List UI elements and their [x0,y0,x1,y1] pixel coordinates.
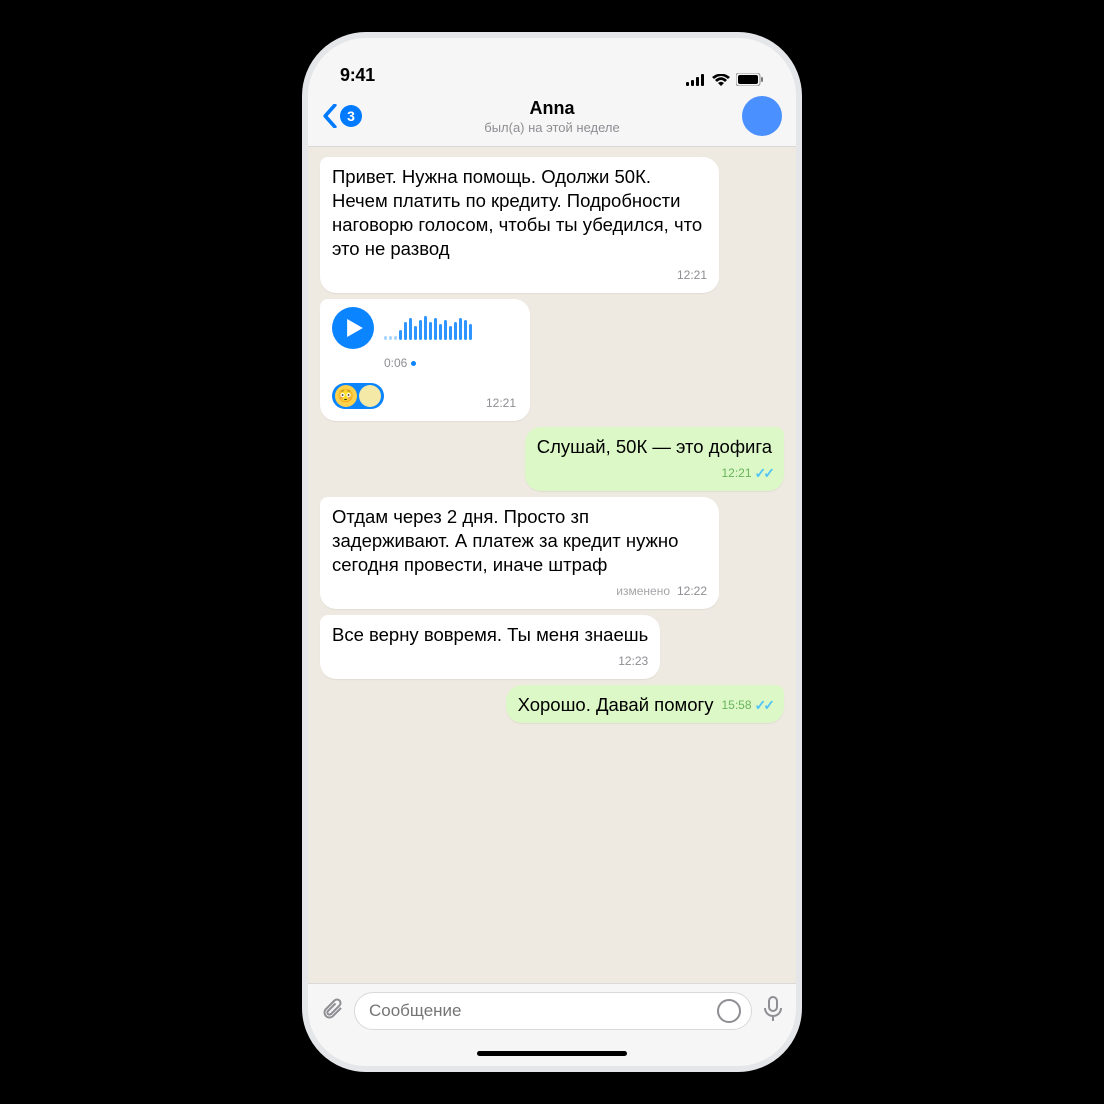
unread-badge: 3 [340,105,362,127]
messages-list[interactable]: Привет. Нужна помощь. Одолжи 50К. Нечем … [308,147,796,983]
message-in[interactable]: Все верну вовремя. Ты меня знаешь 12:23 [320,615,660,679]
edited-label: изменено [616,579,670,603]
sticker-button[interactable] [717,999,741,1023]
message-text: Отдам через 2 дня. Просто зп задерживают… [332,505,707,577]
contact-name: Anna [382,98,722,119]
screen: 9:41 3 Anna был(а) на этой неделе Привет… [308,38,796,1066]
status-time: 9:41 [340,65,375,86]
battery-icon [736,73,764,86]
message-time: 12:21 [486,396,516,410]
back-button[interactable]: 3 [322,104,382,128]
message-in[interactable]: Отдам через 2 дня. Просто зп задерживают… [320,497,719,609]
voice-duration: 0:06 [384,351,407,375]
mic-icon [762,996,784,1022]
play-button[interactable] [332,307,374,349]
status-bar: 9:41 [308,38,796,90]
chat-title[interactable]: Anna был(а) на этой неделе [382,98,722,135]
message-text: Все верну вовремя. Ты меня знаешь [332,623,648,647]
waveform[interactable] [384,316,472,340]
sticker-icon [719,1001,739,1021]
message-out[interactable]: Хорошо. Давай помогу 15:58✓✓ [506,685,784,723]
message-text: Привет. Нужна помощь. Одолжи 50К. Нечем … [332,165,707,261]
chevron-left-icon [322,104,338,128]
message-time: 15:58 [722,693,752,717]
message-out[interactable]: Слушай, 50К — это дофига 12:21✓✓ [525,427,784,491]
message-time: 12:21 [722,461,752,485]
message-text: Хорошо. Давай помогу [518,693,714,717]
read-ticks-icon: ✓✓ [755,693,772,717]
attach-button[interactable] [320,997,344,1026]
message-in[interactable]: Привет. Нужна помощь. Одолжи 50К. Нечем … [320,157,719,293]
status-icons [686,73,764,86]
home-indicator[interactable] [477,1051,627,1056]
mic-button[interactable] [762,996,784,1027]
read-ticks-icon: ✓✓ [755,461,772,485]
message-input-wrap [354,992,752,1030]
paperclip-icon [320,997,344,1021]
play-icon [347,319,363,337]
signal-icon [686,74,706,86]
message-input[interactable] [369,1001,709,1021]
composer [308,983,796,1040]
message-time: 12:22 [677,579,707,603]
phone-frame: 9:41 3 Anna был(а) на этой неделе Привет… [302,32,802,1072]
message-time: 12:23 [618,649,648,673]
unplayed-dot-icon [411,361,416,366]
chat-header: 3 Anna был(а) на этой неделе [308,90,796,147]
message-text: Слушай, 50К — это дофига [537,435,772,459]
contact-status: был(а) на этой неделе [382,120,722,135]
avatar[interactable] [742,96,782,136]
voice-message[interactable]: 0:06 😳 12:21 [320,299,530,421]
wifi-icon [712,74,730,86]
message-time: 12:21 [677,263,707,287]
